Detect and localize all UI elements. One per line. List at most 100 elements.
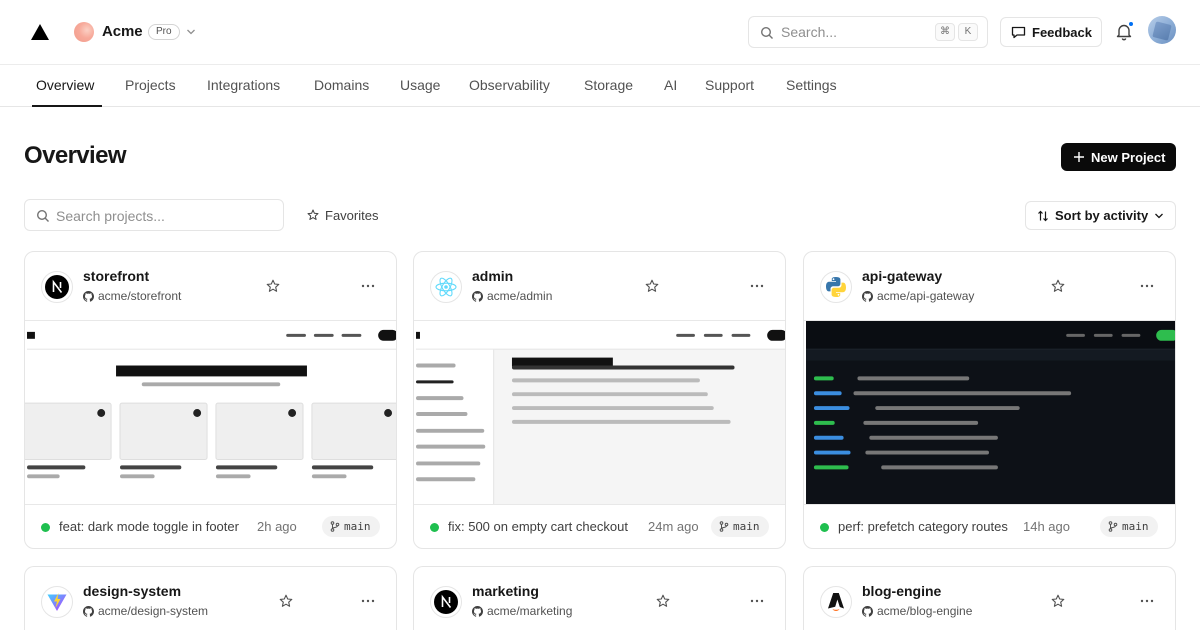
nextjs-icon [430,586,462,618]
tab-support[interactable]: Support [705,77,754,93]
vercel-logo-icon[interactable] [31,24,49,40]
deployment-footer: fix: 500 on empty cart checkout 24m ago … [414,506,785,548]
status-ready-dot [41,523,50,532]
global-search-input[interactable] [781,23,921,41]
deployment-preview[interactable] [25,320,397,505]
more-options-icon[interactable] [361,279,375,293]
star-icon [307,209,319,220]
tab-integrations[interactable]: Integrations [207,77,280,93]
more-options-icon[interactable] [750,594,764,608]
github-icon [83,291,94,302]
main-nav-tabs: Overview Projects Integrations Domains U… [0,64,1200,107]
react-icon [430,271,462,303]
new-project-button[interactable]: New Project [1061,143,1176,171]
github-icon [472,606,483,617]
deployment-footer: perf: prefetch category routes 14h ago m… [804,506,1175,548]
branch-name: main [1122,520,1149,533]
project-name[interactable]: blog-engine [862,583,941,599]
github-icon [83,606,94,617]
project-card-design-system[interactable]: design-system acme/design-system [24,566,397,630]
page-title: Overview [24,142,127,169]
star-icon[interactable] [645,279,659,293]
star-icon[interactable] [266,279,280,293]
deploy-time: 24m ago [648,519,699,534]
project-repo[interactable]: acme/admin [487,289,552,303]
github-icon [862,291,873,302]
chevron-down-icon[interactable] [186,28,196,36]
team-name[interactable]: Acme [102,23,143,40]
branch-badge[interactable]: main [1100,516,1158,537]
more-options-icon[interactable] [1140,279,1154,293]
project-repo[interactable]: acme/marketing [487,604,572,618]
star-icon[interactable] [1051,279,1065,293]
tab-observability[interactable]: Observability [469,77,550,93]
project-card-blog-engine[interactable]: blog-engine acme/blog-engine [803,566,1176,630]
deployment-preview[interactable] [804,320,1176,505]
deployment-preview[interactable] [414,320,786,505]
tab-settings[interactable]: Settings [786,77,837,93]
plus-icon [1074,152,1084,162]
project-card-api-gateway[interactable]: api-gateway acme/api-gateway perf: prefe… [803,251,1176,549]
feedback-label: Feedback [1032,25,1092,40]
project-search[interactable] [24,199,284,231]
project-name[interactable]: admin [472,268,513,284]
star-icon[interactable] [279,594,293,608]
top-bar: Acme Pro ⌘ K Feedback [0,0,1200,64]
deploy-time: 14h ago [1023,519,1070,534]
branch-name: main [344,520,371,533]
sort-label: Sort by activity [1055,208,1149,223]
sort-dropdown[interactable]: Sort by activity [1025,201,1176,230]
shortcut-k-key: K [958,23,978,41]
tab-domains[interactable]: Domains [314,77,369,93]
global-search[interactable]: ⌘ K [748,16,988,48]
project-repo[interactable]: acme/api-gateway [877,289,974,303]
vite-icon [41,586,73,618]
project-card-admin[interactable]: admin acme/admin fix: 500 on empty cart … [413,251,786,549]
github-icon [472,291,483,302]
git-branch-icon [330,521,340,532]
more-options-icon[interactable] [361,594,375,608]
shortcut-cmd-key: ⌘ [935,23,955,41]
project-name[interactable]: api-gateway [862,268,942,284]
team-avatar[interactable] [74,22,94,42]
project-name[interactable]: storefront [83,268,149,284]
project-name[interactable]: design-system [83,583,181,599]
branch-badge[interactable]: main [322,516,380,537]
tab-projects[interactable]: Projects [125,77,176,93]
project-repo[interactable]: acme/blog-engine [877,604,972,618]
star-icon[interactable] [656,594,670,608]
project-card-marketing[interactable]: marketing acme/marketing [413,566,786,630]
chevron-down-icon [1155,213,1163,219]
search-icon [760,26,773,39]
branch-name: main [733,520,760,533]
star-icon[interactable] [1051,594,1065,608]
project-name[interactable]: marketing [472,583,539,599]
tab-overview[interactable]: Overview [36,77,94,93]
commit-message[interactable]: perf: prefetch category routes [838,519,1008,534]
deploy-time: 2h ago [257,519,297,534]
status-ready-dot [820,523,829,532]
search-icon [36,209,49,222]
astro-icon [820,586,852,618]
project-repo[interactable]: acme/design-system [98,604,208,618]
notification-dot [1128,21,1134,27]
project-repo[interactable]: acme/storefront [98,289,181,303]
more-options-icon[interactable] [750,279,764,293]
sort-arrows-icon [1038,210,1048,222]
project-card-storefront[interactable]: storefront acme/storefront feat: dark mo… [24,251,397,549]
branch-badge[interactable]: main [711,516,769,537]
feedback-button[interactable]: Feedback [1000,17,1102,47]
active-tab-indicator [32,105,102,107]
tab-storage[interactable]: Storage [584,77,633,93]
github-icon [862,606,873,617]
user-avatar[interactable] [1148,16,1176,44]
nextjs-icon [41,271,73,303]
commit-message[interactable]: fix: 500 on empty cart checkout [448,519,628,534]
message-icon [1011,26,1026,39]
tab-usage[interactable]: Usage [400,77,440,93]
more-options-icon[interactable] [1140,594,1154,608]
tab-ai[interactable]: AI [664,77,677,93]
commit-message[interactable]: feat: dark mode toggle in footer [59,519,239,534]
project-search-input[interactable] [56,207,266,225]
git-branch-icon [719,521,729,532]
